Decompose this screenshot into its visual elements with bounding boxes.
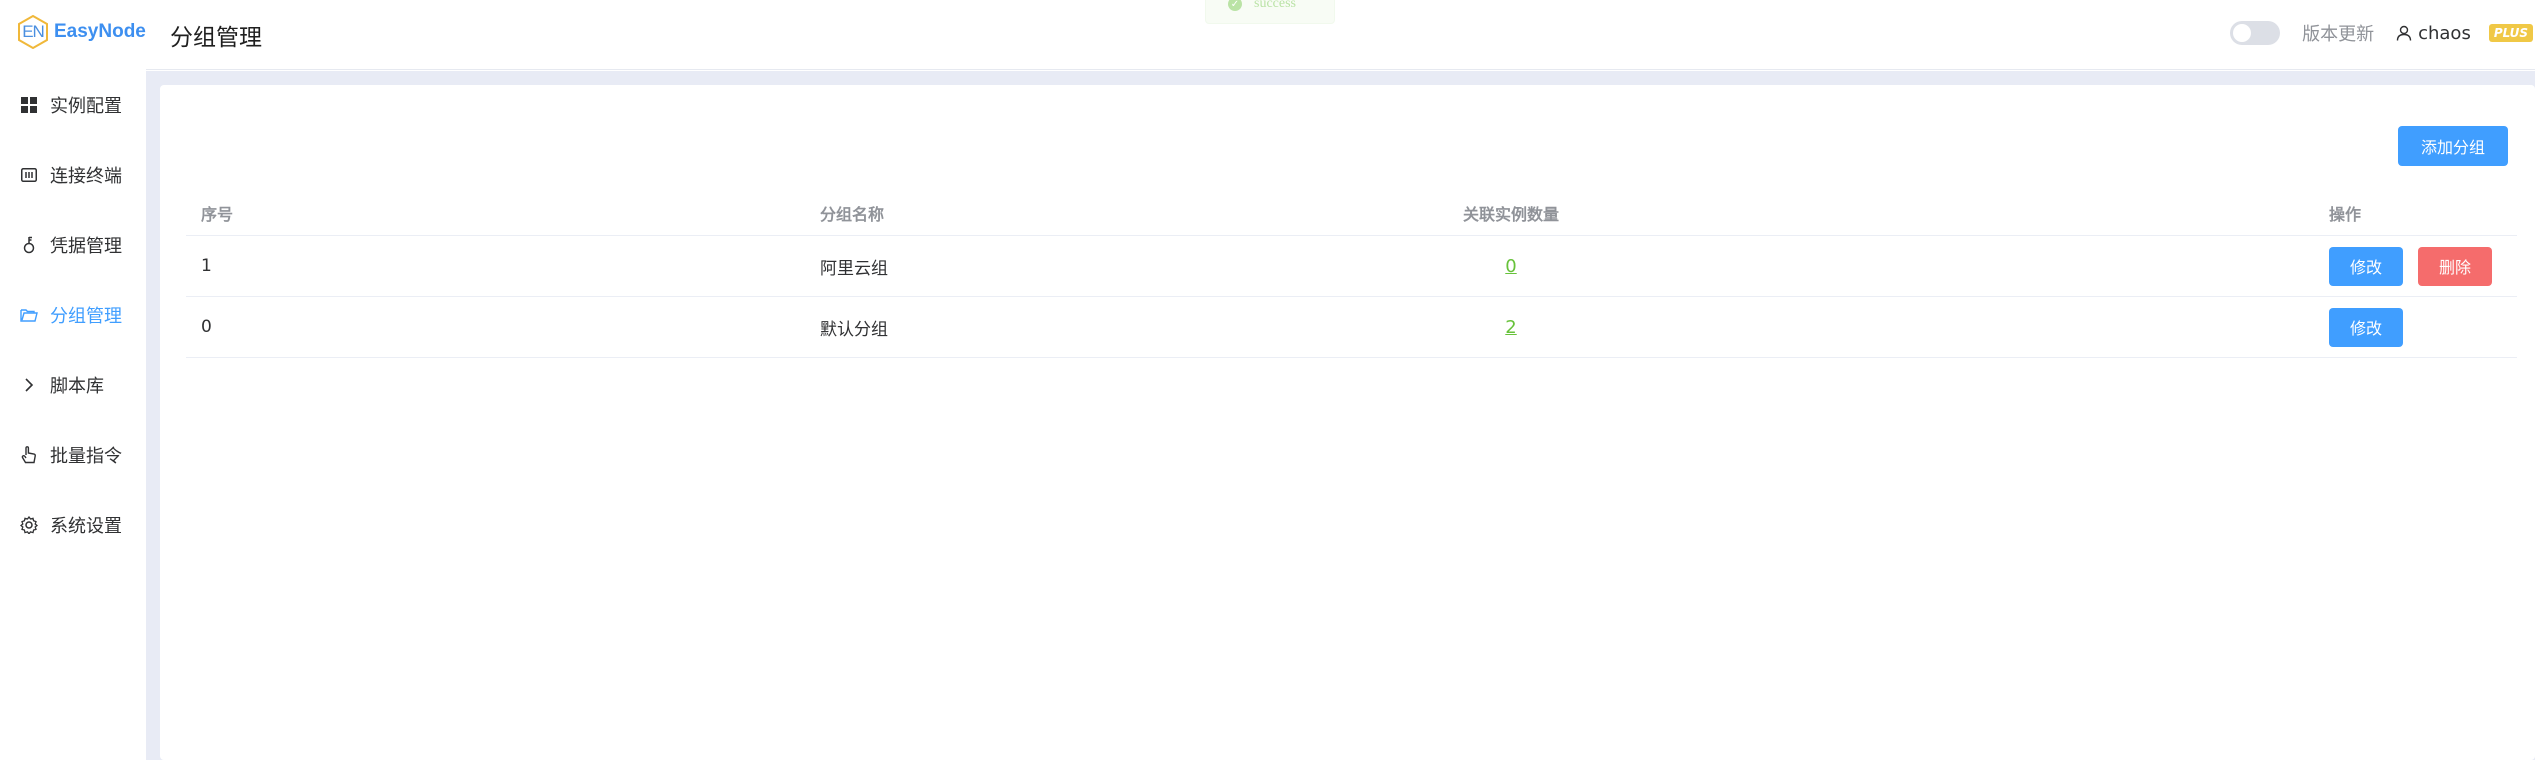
user-icon [2396,25,2412,41]
app-logo[interactable]: EN EasyNode [17,14,146,50]
main-area: 添加分组 序号 分组名称 关联实例数量 操作 1 阿里云组 0 修改 删除 0 … [146,71,2535,760]
edit-button[interactable]: 修改 [2329,246,2403,286]
column-header-name: 分组名称 [820,205,885,224]
sidebar-item-label: 系统设置 [50,516,122,537]
row-index: 0 [201,317,212,337]
sidebar-item-credentials[interactable]: 凭据管理 [0,210,146,280]
grid-icon [20,96,38,114]
delete-button[interactable]: 删除 [2418,246,2492,286]
folder-icon [20,306,38,324]
add-group-button[interactable]: 添加分组 [2398,126,2508,166]
theme-switch[interactable] [2230,21,2281,45]
table-row: 1 阿里云组 0 修改 删除 [186,236,2517,297]
user-menu[interactable]: chaos [2396,23,2471,44]
column-header-index: 序号 [201,205,234,224]
chevron-right-icon [20,376,38,394]
sidebar-item-groups[interactable]: 分组管理 [0,280,146,350]
sidebar-item-label: 连接终端 [50,166,122,187]
plus-badge[interactable]: PLUS [2488,24,2533,42]
sidebar-item-label: 实例配置 [50,96,122,117]
success-toast: ✓ success [1205,0,1335,24]
row-group-name: 阿里云组 [820,258,888,279]
logo-badge-text: EN [22,22,45,41]
row-actions: 修改 删除 [2329,236,2507,296]
switch-knob [2233,24,2252,42]
header-actions: 版本更新 chaos PLUS [2230,0,2535,66]
page-title: 分组管理 [170,25,262,51]
sidebar-item-label: 分组管理 [50,306,122,327]
edit-button[interactable]: 修改 [2329,307,2403,347]
group-card: 添加分组 序号 分组名称 关联实例数量 操作 1 阿里云组 0 修改 删除 0 … [160,85,2535,760]
sidebar-menu: 实例配置 连接终端 凭据管理 分组管理 脚本库 批量指令 系统设置 [0,70,146,560]
sidebar-item-settings[interactable]: 系统设置 [0,490,146,560]
row-instance-count: 2 [1441,297,1581,357]
sidebar-item-label: 批量指令 [50,446,122,467]
sidebar: EN EasyNode 实例配置 连接终端 凭据管理 分组管理 脚本库 批量指令… [0,0,146,760]
sidebar-item-label: 脚本库 [50,376,104,397]
column-header-actions: 操作 [2329,205,2362,224]
column-header-count: 关联实例数量 [1462,205,1559,224]
row-actions: 修改 [2329,297,2418,357]
instance-count-link[interactable]: 0 [1505,256,1516,277]
sidebar-item-label: 凭据管理 [50,236,122,257]
logo-hexagon-icon: EN [17,15,49,49]
table-row: 0 默认分组 2 修改 [186,297,2517,358]
top-header: 分组管理 ✓ success 版本更新 chaos PLUS [146,0,2535,70]
sidebar-item-instances[interactable]: 实例配置 [0,70,146,140]
version-update-link[interactable]: 版本更新 [2302,20,2374,46]
gear-icon [20,516,38,534]
app-name: EasyNode [54,21,146,42]
row-index: 1 [201,256,212,276]
sidebar-item-scripts[interactable]: 脚本库 [0,350,146,420]
sidebar-item-batch[interactable]: 批量指令 [0,420,146,490]
table-header: 序号 分组名称 关联实例数量 操作 [186,191,2517,236]
toast-message: success [1254,0,1296,11]
row-group-name: 默认分组 [820,319,888,340]
row-instance-count: 0 [1441,236,1581,296]
instance-count-link[interactable]: 2 [1505,317,1516,338]
terminal-icon [20,166,38,184]
pointer-icon [20,446,38,464]
check-circle-icon: ✓ [1228,0,1242,11]
username: chaos [2418,22,2471,44]
sidebar-item-terminal[interactable]: 连接终端 [0,140,146,210]
key-icon [20,236,38,254]
group-table: 序号 分组名称 关联实例数量 操作 1 阿里云组 0 修改 删除 0 默认分组 [186,191,2517,358]
